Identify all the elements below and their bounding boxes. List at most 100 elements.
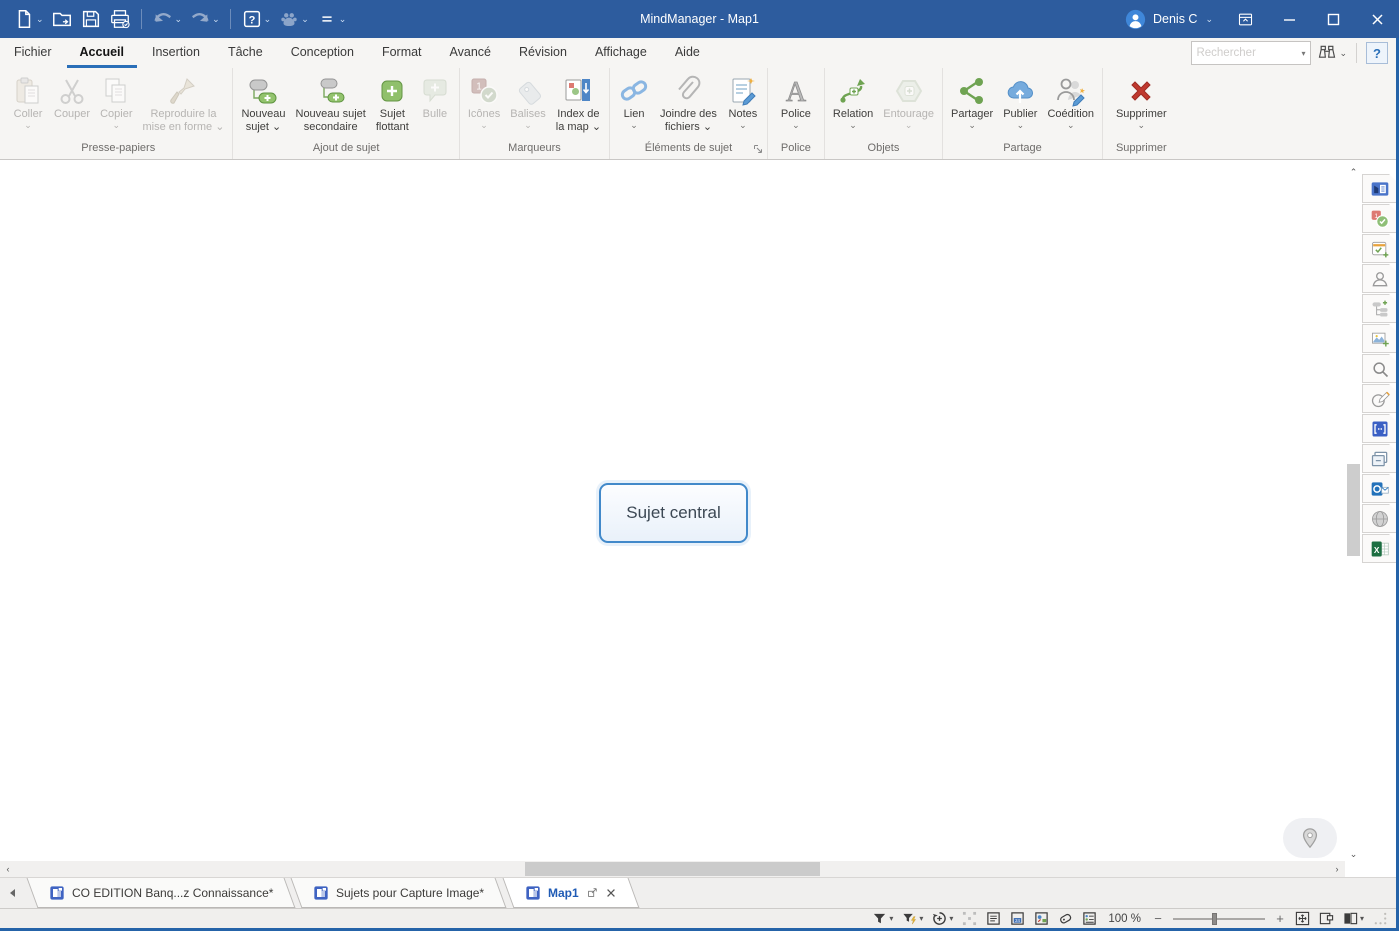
- new-document-icon: [13, 8, 35, 30]
- doc-tab-scroll-left[interactable]: [0, 878, 26, 908]
- ribbon-tab-insertion[interactable]: Insertion: [139, 38, 213, 68]
- task-pane-snap-pane[interactable]: [1362, 414, 1396, 443]
- central-topic[interactable]: Sujet central: [599, 483, 748, 543]
- ribbon-tab-fichier[interactable]: Fichier: [1, 38, 65, 68]
- minimize-button[interactable]: [1267, 0, 1311, 38]
- popout-icon[interactable]: [585, 887, 597, 899]
- task-pane-browser-pane[interactable]: [1362, 504, 1396, 533]
- task-pane-maps-pane[interactable]: [1362, 174, 1396, 203]
- label-line: Sujet: [376, 108, 409, 121]
- ribbon-button-partager[interactable]: Partager⌄: [946, 72, 998, 130]
- ribbon-button-nouveau[interactable]: Nouveausujet ⌄: [236, 72, 290, 134]
- status-presentation-button[interactable]: [1319, 911, 1334, 926]
- ribbon-tab-revision[interactable]: Révision: [506, 38, 580, 68]
- ribbon-tab-aide[interactable]: Aide: [662, 38, 713, 68]
- ribbon-tab-tache[interactable]: Tâche: [215, 38, 276, 68]
- ribbon-button-joindre-des[interactable]: Joindre desfichiers ⌄: [655, 72, 722, 134]
- dialog-launcher-icon[interactable]: [752, 143, 764, 155]
- qat-paw-button: ⌄: [275, 5, 312, 33]
- maximize-button[interactable]: [1311, 0, 1355, 38]
- status-tag-view-button[interactable]: [1058, 911, 1073, 926]
- task-pane-map-parts-pane[interactable]: [1362, 294, 1396, 323]
- qat-help-book-button[interactable]: ?⌄: [238, 5, 275, 33]
- vertical-scroll-thumb[interactable]: [1347, 464, 1360, 556]
- task-pane-outlook-pane[interactable]: [1362, 474, 1396, 503]
- task-pane-search-pane[interactable]: [1362, 354, 1396, 383]
- ribbon-tab-affichage[interactable]: Affichage: [582, 38, 660, 68]
- ribbon-tab-accueil[interactable]: Accueil: [67, 38, 137, 68]
- qat-open-folder-button[interactable]: [48, 5, 76, 33]
- task-pane-markers-pane[interactable]: 1: [1362, 204, 1396, 233]
- ribbon-button-notes[interactable]: Notes⌄: [722, 72, 764, 130]
- tasks-pane-icon: [1370, 239, 1390, 259]
- horizontal-scrollbar[interactable]: ‹ ›: [0, 861, 1345, 877]
- status-notes-strip-button[interactable]: [986, 911, 1001, 926]
- ribbon-display-icon: [1237, 11, 1254, 28]
- ribbon-button-copier: Copier⌄: [95, 72, 137, 130]
- task-pane-images-pane[interactable]: [1362, 324, 1396, 353]
- chevron-down-icon: ⌄: [36, 14, 44, 25]
- ribbon-tab-format[interactable]: Format: [369, 38, 435, 68]
- horizontal-scroll-thumb[interactable]: [525, 862, 820, 876]
- status-filter-button[interactable]: ▾: [872, 911, 893, 926]
- zoom-in-button[interactable]: +: [1274, 911, 1286, 926]
- ribbon-tab-conception[interactable]: Conception: [278, 38, 367, 68]
- label-line: Index de: [556, 108, 601, 121]
- ribbon-button-sujet[interactable]: Sujetflottant: [371, 72, 414, 134]
- status-fit-map-button[interactable]: [1295, 911, 1310, 926]
- ribbon-button-police[interactable]: APolice⌄: [775, 72, 817, 130]
- qat-print-button[interactable]: [106, 5, 134, 33]
- account-button[interactable]: Denis C ⌄: [1115, 0, 1223, 38]
- zoom-out-button[interactable]: −: [1152, 911, 1164, 926]
- vertical-scrollbar[interactable]: ⌃ ⌄: [1345, 164, 1362, 862]
- ribbon-button-publier[interactable]: Publier⌄: [998, 72, 1042, 130]
- document-tab-map1[interactable]: Map1: [502, 878, 639, 908]
- ribbon-button-lien[interactable]: Lien⌄: [613, 72, 655, 130]
- document-tab-sujets-pour-capture-image[interactable]: Sujets pour Capture Image*: [291, 878, 507, 908]
- close-button[interactable]: [1355, 0, 1399, 38]
- qat-save-button[interactable]: [77, 5, 105, 33]
- close-tab-icon[interactable]: [604, 887, 616, 899]
- help-button[interactable]: ?: [1366, 42, 1388, 64]
- task-pane-files-pane[interactable]: [1362, 444, 1396, 473]
- group-label: Partage: [946, 141, 1099, 159]
- chevron-down-icon[interactable]: ▾: [1301, 49, 1310, 58]
- qat-new-document-button[interactable]: ⌄: [10, 5, 47, 33]
- task-pane-excel-pane[interactable]: X: [1362, 534, 1396, 563]
- ribbon-button-index-de[interactable]: Index dela map ⌄: [551, 72, 606, 134]
- search-box: ▾: [1191, 41, 1311, 65]
- status-split-view-button[interactable]: ▾: [1343, 911, 1364, 926]
- snap-pane-icon: [1370, 419, 1390, 439]
- ribbon-tab-avance[interactable]: Avancé: [437, 38, 504, 68]
- document-tab-co-edition-banq-z-connaissance[interactable]: CO EDITION Banq...z Connaissance*: [27, 878, 296, 908]
- ribbon-button-coedition[interactable]: Coédition⌄: [1042, 72, 1098, 130]
- qat-customize-qat-button[interactable]: ⌄: [313, 5, 350, 33]
- task-pane-contacts-pane[interactable]: [1362, 264, 1396, 293]
- map-canvas[interactable]: Sujet central ⌃ ⌄ ‹ › 1 X: [0, 161, 1396, 877]
- task-pane-tasks-pane[interactable]: [1362, 234, 1396, 263]
- find-button[interactable]: ⌄: [1317, 43, 1347, 63]
- search-input[interactable]: [1192, 47, 1296, 59]
- zoom-slider-thumb[interactable]: [1212, 913, 1217, 925]
- task-pane-design-pane[interactable]: [1362, 384, 1396, 413]
- zoom-slider[interactable]: [1173, 912, 1265, 926]
- scroll-right-button[interactable]: ›: [1329, 864, 1345, 874]
- scroll-left-button[interactable]: ‹: [0, 864, 16, 874]
- ribbon-group-partage: Partager⌄Publier⌄Coédition⌄ Partage: [942, 68, 1102, 159]
- scroll-down-button[interactable]: ⌄: [1345, 846, 1362, 862]
- qat-undo-button: ⌄: [149, 5, 186, 33]
- ribbon-button-supprimer[interactable]: Supprimer⌄: [1111, 72, 1172, 130]
- status-legend-button[interactable]: [1082, 911, 1097, 926]
- ribbon-button-relation[interactable]: Relation⌄: [828, 72, 878, 130]
- scroll-up-button[interactable]: ⌃: [1345, 164, 1362, 180]
- status-power-filter-button[interactable]: ▾: [902, 911, 923, 926]
- locate-button[interactable]: [1283, 818, 1337, 858]
- status-markers-view-button[interactable]: [1034, 911, 1049, 926]
- status-quick-add-button[interactable]: ▾: [932, 911, 953, 926]
- ribbon-display-options-button[interactable]: [1223, 0, 1267, 38]
- zoom-slider-track: [1173, 918, 1265, 920]
- clipboard-paste-icon: [12, 75, 44, 107]
- ribbon-button-nouveau-sujet[interactable]: Nouveau sujetsecondaire: [291, 72, 371, 134]
- status-schedule-view-button[interactable]: 24: [1010, 911, 1025, 926]
- markers-view-icon: [1034, 911, 1049, 926]
